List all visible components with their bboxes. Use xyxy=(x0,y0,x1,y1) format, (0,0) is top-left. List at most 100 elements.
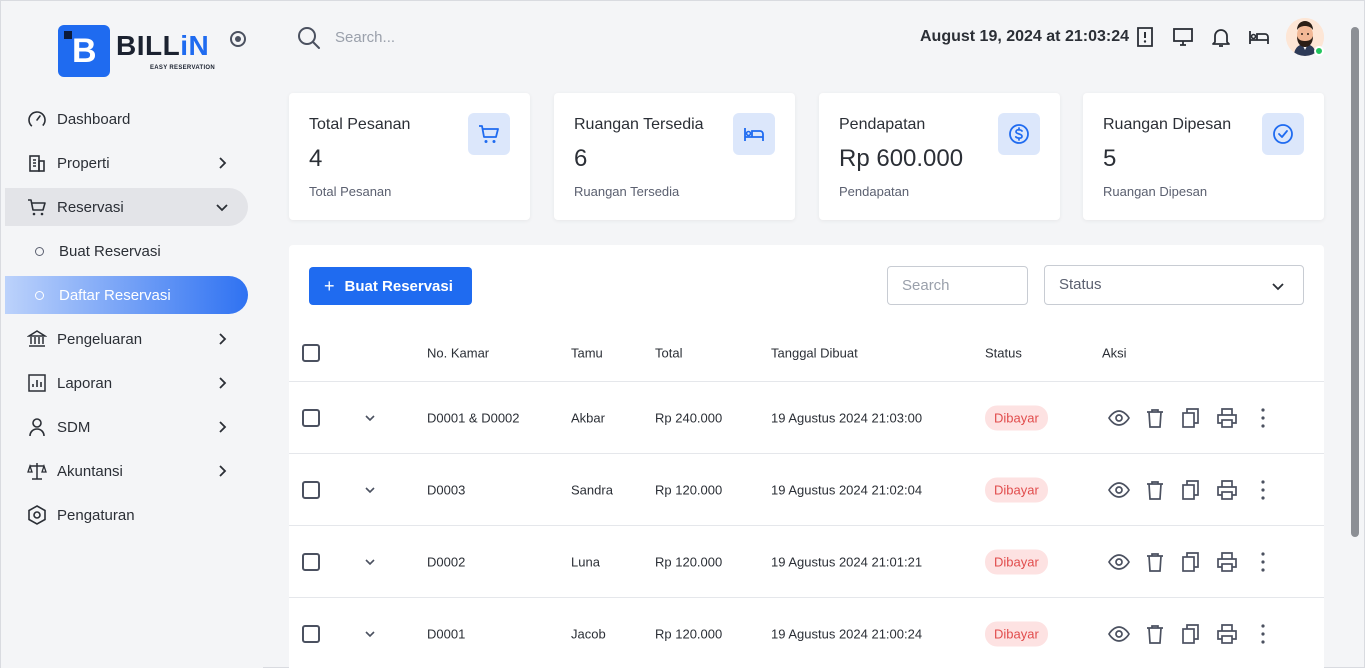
sidebar-item-pengaturan[interactable]: Pengaturan xyxy=(5,496,248,534)
sidebar-item-laporan[interactable]: Laporan xyxy=(5,364,248,402)
search-icon[interactable] xyxy=(297,26,321,50)
col-header-guest[interactable]: Tamu xyxy=(571,346,603,361)
stat-value: 4 xyxy=(309,145,323,172)
bank-icon xyxy=(27,329,47,349)
stat-subtitle: Total Pesanan xyxy=(309,184,392,199)
row-checkbox[interactable] xyxy=(302,480,320,499)
cell-created: 19 Agustus 2024 21:03:00 xyxy=(771,410,923,425)
sidebar-item-properti[interactable]: Properti xyxy=(5,144,248,182)
stat-value: 5 xyxy=(1103,145,1117,172)
delete-trash-icon[interactable] xyxy=(1144,407,1166,429)
status-badge: Dibayar xyxy=(985,405,1048,430)
more-vertical-icon[interactable] xyxy=(1252,407,1274,429)
cart-icon xyxy=(27,197,47,217)
cell-total: Rp 120.000 xyxy=(655,482,723,497)
table-search-input[interactable]: Search xyxy=(887,266,1028,305)
col-header-actions: Aksi xyxy=(1102,345,1127,361)
sidebar-item-label: Buat Reservasi xyxy=(59,242,161,260)
settings-hex-icon xyxy=(27,505,47,525)
bell-icon[interactable] xyxy=(1210,26,1232,48)
brand-logo[interactable]: B BILLiN EASY RESERVATION xyxy=(58,25,228,77)
circle-bullet-icon xyxy=(35,246,44,256)
row-checkbox[interactable] xyxy=(302,408,320,427)
copy-icon[interactable] xyxy=(1180,623,1202,645)
stat-subtitle: Ruangan Dipesan xyxy=(1103,184,1208,199)
row-checkbox[interactable] xyxy=(302,624,320,643)
dashboard-gauge-icon xyxy=(27,109,47,129)
circle-bullet-icon xyxy=(35,290,44,300)
cell-created: 19 Agustus 2024 21:00:24 xyxy=(771,626,923,641)
print-icon[interactable] xyxy=(1216,551,1238,573)
expand-row-icon[interactable] xyxy=(363,627,377,641)
col-header-status[interactable]: Status xyxy=(985,346,1022,361)
view-eye-icon[interactable] xyxy=(1108,407,1130,429)
cell-guest: Sandra xyxy=(571,482,613,497)
stat-card-ruangan-tersedia: Ruangan Tersedia 6 Ruangan Tersedia xyxy=(554,93,795,220)
sidebar-item-label: Dashboard xyxy=(57,110,131,128)
chevron-right-icon xyxy=(219,421,227,433)
col-header-room[interactable]: No. Kamar xyxy=(427,346,489,361)
print-icon[interactable] xyxy=(1216,479,1238,501)
stat-value: 6 xyxy=(574,145,588,172)
status-badge: Dibayar xyxy=(985,621,1048,646)
expand-row-icon[interactable] xyxy=(363,411,377,425)
status-filter-select[interactable]: Status xyxy=(1044,265,1304,305)
plus-icon: + xyxy=(324,275,335,296)
header-search-input[interactable]: Search... xyxy=(335,29,395,46)
expand-row-icon[interactable] xyxy=(363,483,377,497)
view-eye-icon[interactable] xyxy=(1108,623,1130,645)
stat-card-pendapatan: Pendapatan Rp 600.000 Pendapatan xyxy=(819,93,1060,220)
sidebar-toggle-icon[interactable] xyxy=(230,31,246,47)
row-checkbox[interactable] xyxy=(302,552,320,571)
cell-room: D0002 xyxy=(427,554,466,569)
sidebar-subitem-daftar-reservasi[interactable]: Daftar Reservasi xyxy=(5,276,248,314)
add-reservation-button[interactable]: + Buat Reservasi xyxy=(309,267,472,305)
reservation-table-panel: + Buat Reservasi Search Status No. Kamar… xyxy=(289,245,1324,668)
table-row: D0001 Jacob Rp 120.000 19 Agustus 2024 2… xyxy=(289,598,1324,668)
table-header: No. Kamar Tamu Total Tanggal Dibuat Stat… xyxy=(289,325,1324,382)
cell-created: 19 Agustus 2024 21:01:21 xyxy=(771,554,923,569)
sidebar-item-dashboard[interactable]: Dashboard xyxy=(5,100,248,138)
cell-total: Rp 120.000 xyxy=(655,626,723,641)
page-scrollbar[interactable] xyxy=(1351,27,1359,537)
status-filter-value: Status xyxy=(1059,276,1102,293)
print-icon[interactable] xyxy=(1216,623,1238,645)
delete-trash-icon[interactable] xyxy=(1144,623,1166,645)
sidebar-item-reservasi[interactable]: Reservasi xyxy=(5,188,248,226)
copy-icon[interactable] xyxy=(1180,407,1202,429)
expand-row-icon[interactable] xyxy=(363,555,377,569)
copy-icon[interactable] xyxy=(1180,551,1202,573)
view-eye-icon[interactable] xyxy=(1108,551,1130,573)
print-icon[interactable] xyxy=(1216,407,1238,429)
user-icon xyxy=(27,417,47,437)
sidebar-item-label: SDM xyxy=(57,418,91,436)
header-datetime: August 19, 2024 at 21:03:24 xyxy=(920,28,1129,45)
col-header-total[interactable]: Total xyxy=(655,346,682,361)
copy-icon[interactable] xyxy=(1180,479,1202,501)
chevron-right-icon xyxy=(219,333,227,345)
stat-title: Ruangan Dipesan xyxy=(1103,116,1232,133)
logo-wordmark: BILLiN xyxy=(116,30,210,61)
report-alert-icon[interactable] xyxy=(1134,26,1156,48)
sidebar-item-pengeluaran[interactable]: Pengeluaran xyxy=(5,320,248,358)
bed-icon[interactable] xyxy=(1248,26,1270,48)
view-eye-icon[interactable] xyxy=(1108,479,1130,501)
table-row: D0003 Sandra Rp 120.000 19 Agustus 2024 … xyxy=(289,454,1324,526)
monitor-icon[interactable] xyxy=(1172,26,1194,48)
cell-room: D0003 xyxy=(427,482,466,497)
col-header-created[interactable]: Tanggal Dibuat xyxy=(771,346,858,361)
bed-icon xyxy=(733,113,775,155)
cell-guest: Jacob xyxy=(571,626,606,641)
select-all-checkbox[interactable] xyxy=(302,344,320,362)
cell-room: D0001 & D0002 xyxy=(427,410,520,425)
sidebar-item-akuntansi[interactable]: Akuntansi xyxy=(5,452,248,490)
sidebar-item-sdm[interactable]: SDM xyxy=(5,408,248,446)
delete-trash-icon[interactable] xyxy=(1144,551,1166,573)
stat-title: Pendapatan xyxy=(839,116,926,133)
more-vertical-icon[interactable] xyxy=(1252,623,1274,645)
delete-trash-icon[interactable] xyxy=(1144,479,1166,501)
more-vertical-icon[interactable] xyxy=(1252,551,1274,573)
sidebar-subitem-buat-reservasi[interactable]: Buat Reservasi xyxy=(5,232,248,270)
chevron-right-icon xyxy=(219,157,227,169)
more-vertical-icon[interactable] xyxy=(1252,479,1274,501)
